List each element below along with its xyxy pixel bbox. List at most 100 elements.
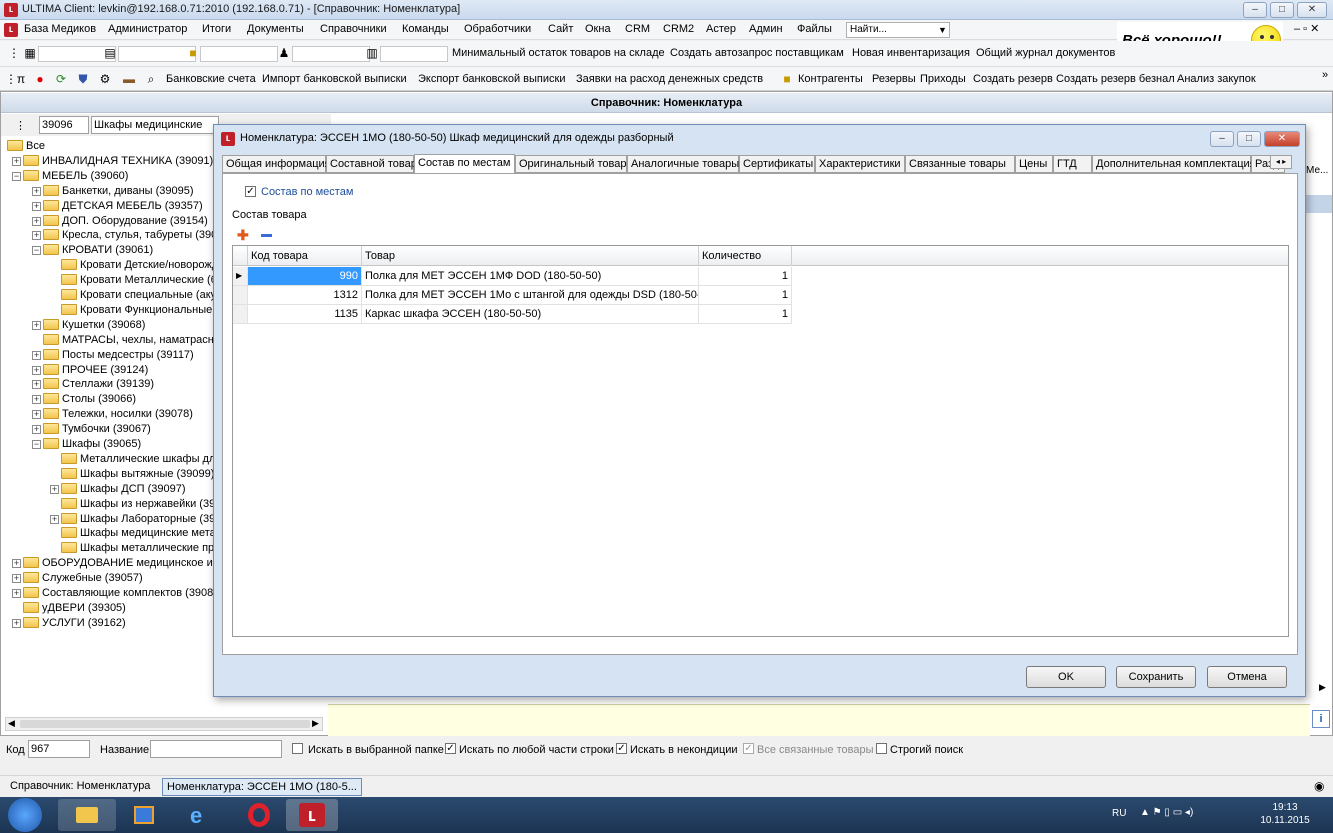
- menu-item[interactable]: Админ: [749, 23, 783, 35]
- dialog-tab[interactable]: Сертификаты: [739, 155, 815, 173]
- car-icon[interactable]: ▬: [122, 72, 136, 86]
- tree-expander[interactable]: +: [32, 380, 41, 390]
- link-create-reserve[interactable]: Создать резерв: [973, 73, 1053, 85]
- shield-icon[interactable]: ⛊: [76, 72, 90, 86]
- tree-expander[interactable]: +: [12, 156, 21, 166]
- save-icon[interactable]: ▦: [22, 45, 38, 61]
- media-taskbar-icon[interactable]: [116, 799, 174, 831]
- tree-node[interactable]: Кресла, стулья, табуреты (3907: [43, 228, 223, 243]
- col-header-item[interactable]: Товар: [362, 246, 699, 266]
- dialog-tab[interactable]: Связанные товары: [905, 155, 1015, 173]
- tray-icons[interactable]: ▲ ⚑ ▯ ▭ ◂): [1140, 807, 1193, 818]
- tree-expander[interactable]: +: [32, 425, 41, 435]
- folder-code-field[interactable]: 39096: [39, 116, 89, 134]
- tree-expander[interactable]: +: [12, 574, 21, 584]
- tree-expander[interactable]: +: [32, 201, 41, 211]
- tree-expander[interactable]: +: [32, 410, 41, 420]
- tree-node[interactable]: Столы (39066): [43, 392, 136, 407]
- remove-row-icon[interactable]: [261, 234, 272, 237]
- link-cash-requests[interactable]: Заявки на расход денежных средств: [576, 73, 763, 85]
- option-checkbox[interactable]: [876, 743, 887, 754]
- tree-expander[interactable]: +: [32, 395, 41, 405]
- menu-item[interactable]: Команды: [402, 23, 449, 35]
- tree-expander[interactable]: −: [32, 440, 41, 449]
- pane-scroll-right-icon[interactable]: ▶: [1319, 682, 1326, 693]
- tree-expander[interactable]: −: [12, 171, 21, 181]
- tree-node[interactable]: МЕБЕЛЬ (39060): [23, 169, 128, 184]
- tree-node[interactable]: уДВЕРИ (39305): [23, 601, 126, 616]
- cell-item[interactable]: Каркас шкафа ЭССЕН (180-50-50): [362, 305, 699, 324]
- option-checkbox[interactable]: ✓: [445, 743, 456, 754]
- cell-qty[interactable]: 1: [699, 267, 792, 286]
- tree-expander[interactable]: +: [32, 186, 41, 196]
- system-clock[interactable]: 19:13 10.11.2015: [1250, 801, 1320, 827]
- tree-expander[interactable]: −: [32, 246, 41, 256]
- selected-cell[interactable]: [1306, 195, 1332, 213]
- start-button[interactable]: [8, 798, 42, 832]
- tree-node[interactable]: Шкафы ДСП (39097): [61, 482, 186, 497]
- toolbar-field[interactable]: [200, 46, 278, 62]
- cell-item[interactable]: Полка для МЕТ ЭССЕН 1МФ DOD (180-50-50): [362, 267, 699, 286]
- add-row-icon[interactable]: ✚: [237, 227, 249, 244]
- menu-item[interactable]: Документы: [247, 23, 304, 35]
- dialog-tab[interactable]: Общая информация: [222, 155, 331, 173]
- tree-node[interactable]: Банкетки, диваны (39095): [43, 184, 194, 199]
- menu-item[interactable]: Окна: [585, 23, 611, 35]
- menu-item[interactable]: CRM2: [663, 23, 694, 35]
- dialog-tab[interactable]: Аналогичные товары: [627, 155, 739, 173]
- tree-node[interactable]: Шкафы медицинские метал: [61, 526, 222, 541]
- tree-node[interactable]: Служебные (39057): [23, 571, 143, 586]
- tree-node[interactable]: ПРОЧЕЕ (39124): [43, 363, 148, 378]
- tree-node[interactable]: Кровати специальные (акуш: [61, 288, 225, 303]
- link-import-statement[interactable]: Импорт банковской выписки: [262, 73, 407, 85]
- language-indicator[interactable]: RU: [1112, 808, 1126, 819]
- dialog-close-button[interactable]: ✕: [1264, 131, 1300, 147]
- toolbar-overflow-icon[interactable]: »: [1322, 69, 1328, 81]
- tree-node[interactable]: Стеллажи (39139): [43, 377, 154, 392]
- tree-expander[interactable]: +: [12, 559, 21, 569]
- menu-item[interactable]: Сайт: [548, 23, 573, 35]
- tree-horizontal-scrollbar[interactable]: ◀ ▶: [5, 717, 323, 731]
- cell-qty[interactable]: 1: [699, 286, 792, 305]
- tree-expander[interactable]: +: [12, 618, 21, 628]
- tree-node[interactable]: КРОВАТИ (39061): [43, 243, 153, 258]
- scroll-thumb[interactable]: [20, 720, 310, 728]
- ok-button[interactable]: OK: [1026, 666, 1106, 688]
- tree-node[interactable]: Составляющие комплектов (39088): [23, 586, 223, 601]
- link-min-stock[interactable]: Минимальный остаток товаров на складе: [452, 47, 665, 59]
- dialog-tab[interactable]: Дополнительная комплектация: [1092, 155, 1256, 173]
- calculator-icon[interactable]: ▤: [102, 45, 118, 61]
- menu-item[interactable]: База Медиков: [24, 23, 96, 35]
- dialog-tab[interactable]: Оригинальный товар: [515, 155, 627, 173]
- magnifier-icon[interactable]: ⌕: [144, 72, 158, 86]
- tree-node[interactable]: Посты медсестры (39117): [43, 348, 194, 363]
- doctab-nomenclature[interactable]: Номенклатура: ЭССЕН 1МО (180-5...: [162, 778, 362, 796]
- pi-button[interactable]: π: [14, 72, 28, 86]
- tree-node[interactable]: Шкафы (39065): [43, 437, 141, 452]
- dialog-minimize-button[interactable]: –: [1210, 131, 1234, 147]
- dialog-tab[interactable]: ГТД: [1053, 155, 1092, 173]
- tree-expander[interactable]: +: [50, 484, 59, 494]
- menu-item[interactable]: Администратор: [108, 23, 187, 35]
- ie-taskbar-icon[interactable]: e: [174, 799, 232, 831]
- scroll-right-icon[interactable]: ▶: [312, 718, 319, 729]
- tree-node[interactable]: МАТРАСЫ, чехлы, наматрасник: [43, 333, 225, 348]
- link-purchase-analysis[interactable]: Анализ закупок: [1177, 73, 1256, 85]
- tree-expander[interactable]: +: [12, 589, 21, 598]
- option-checkbox[interactable]: [292, 743, 303, 754]
- link-export-statement[interactable]: Экспорт банковской выписки: [418, 73, 565, 85]
- opera-taskbar-icon[interactable]: [232, 799, 290, 831]
- tree-expander[interactable]: +: [32, 350, 41, 360]
- tree-node[interactable]: ДОП. Оборудование (39154): [43, 214, 208, 229]
- user-icon[interactable]: ♟: [276, 45, 292, 61]
- tree-node[interactable]: Металлические шкафы для: [61, 452, 221, 467]
- document-icon[interactable]: ▥: [364, 45, 380, 61]
- dialog-tab[interactable]: Характеристики: [815, 155, 905, 173]
- tree-node[interactable]: Шкафы из нержавейки (3918: [61, 497, 227, 512]
- stop-icon[interactable]: ●: [33, 72, 47, 86]
- menu-item[interactable]: Итоги: [202, 23, 231, 35]
- row-indicator[interactable]: [233, 286, 248, 305]
- tree-expander[interactable]: +: [32, 231, 41, 241]
- menu-item[interactable]: Справочники: [320, 23, 387, 35]
- link-inventory[interactable]: Новая инвентаризация: [852, 47, 970, 59]
